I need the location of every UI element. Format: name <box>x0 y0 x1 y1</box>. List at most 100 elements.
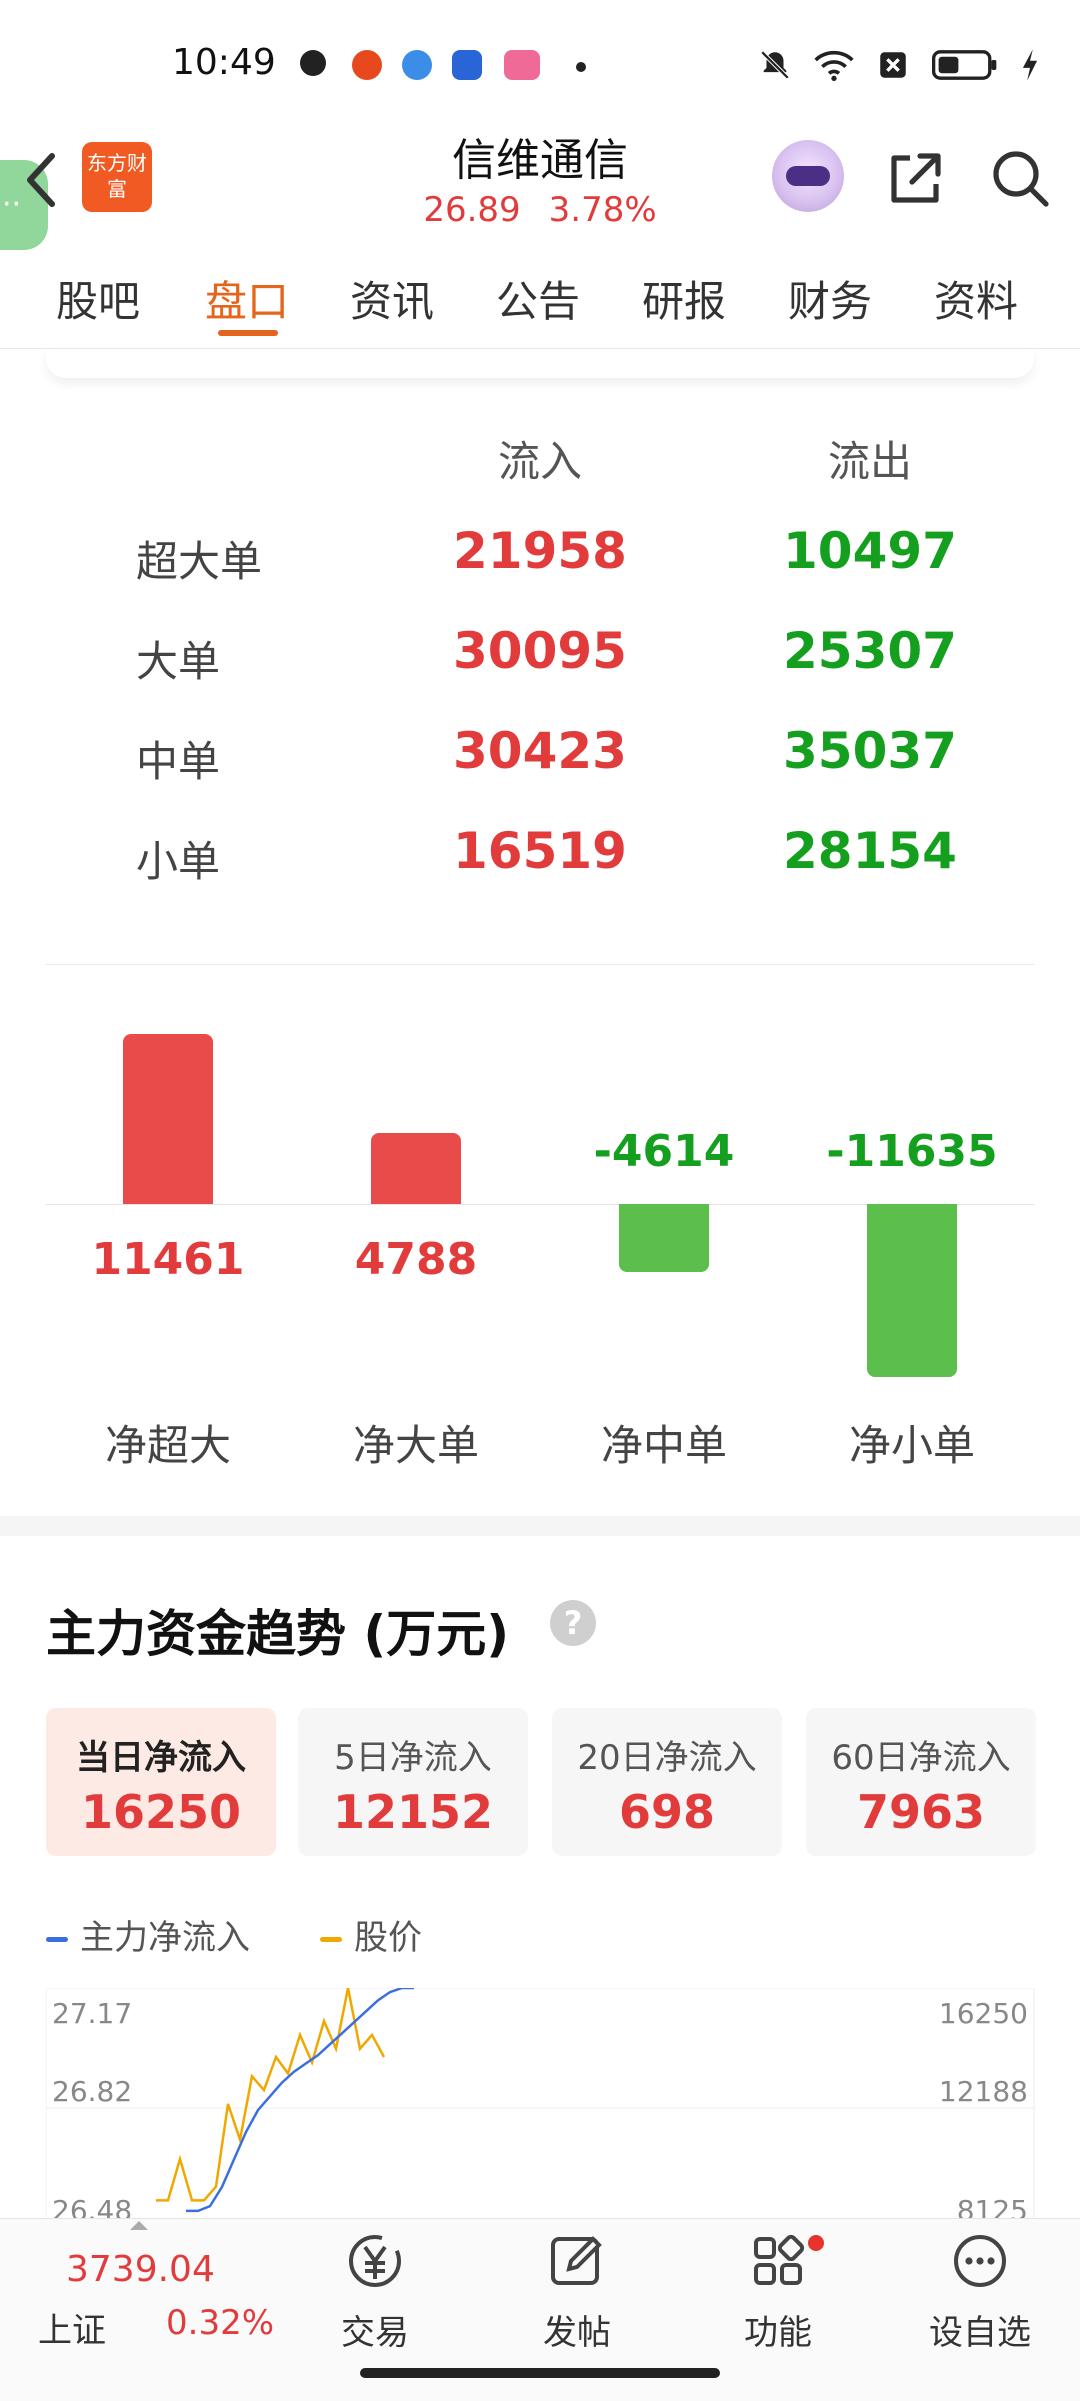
ai-assistant-avatar[interactable] <box>772 140 844 212</box>
wifi-icon <box>814 50 854 81</box>
large-outflow: 25307 <box>783 622 957 680</box>
tab-profile[interactable]: 资料 <box>934 268 1018 329</box>
bar-net-medium <box>619 1204 709 1273</box>
category-net-large: 净大单 <box>352 1421 479 1470</box>
left-axis-tick: 26.82 <box>52 2075 132 2108</box>
search-icon <box>993 151 1049 207</box>
category-net-medium: 净中单 <box>600 1421 727 1470</box>
period-label: 5日净流入 <box>334 1738 492 1778</box>
bar-value-net-medium: -4614 <box>593 1126 735 1177</box>
period-60day[interactable]: 60日净流入 7963 <box>806 1708 1036 1856</box>
index-value: 3739.04 <box>66 2249 215 2290</box>
fund-trend-chart: 27.17 26.82 26.48 16250 12188 8125 <box>46 1988 1035 2228</box>
column-header-outflow: 流出 <box>827 437 912 486</box>
stock-change-pct: 3.78% <box>548 190 657 230</box>
charging-bolt-icon <box>1022 49 1038 81</box>
medium-inflow: 30423 <box>453 722 627 780</box>
nav-post[interactable]: 发帖 <box>487 2229 667 2354</box>
period-value: 12152 <box>332 1785 494 1839</box>
trade-yen-icon <box>349 2235 401 2287</box>
home-indicator[interactable] <box>360 2368 720 2378</box>
section-divider <box>46 964 1034 965</box>
category-net-super-large: 净超大 <box>104 1421 231 1470</box>
nav-label: 功能 <box>744 2313 812 2353</box>
tab-news[interactable]: 资讯 <box>350 268 434 329</box>
bar-net-super-large <box>123 1033 213 1204</box>
super-large-inflow: 21958 <box>453 522 627 580</box>
bar-value-net-super-large: 11461 <box>91 1234 245 1285</box>
previous-card-edge <box>46 348 1034 378</box>
help-icon[interactable]: ? <box>550 1600 596 1646</box>
nav-label: 交易 <box>341 2313 409 2353</box>
period-20day[interactable]: 20日净流入 698 <box>552 1708 782 1856</box>
legend-label: 股价 <box>354 1918 422 1958</box>
small-outflow: 28154 <box>783 822 957 880</box>
app-notification-icon <box>352 50 382 80</box>
legend-price: 股价 <box>320 1910 422 1959</box>
legend-label: 主力净流入 <box>80 1918 250 1958</box>
baidu-icon <box>452 50 482 80</box>
medium-outflow: 35037 <box>783 722 957 780</box>
more-notifications-dot-icon <box>576 62 586 72</box>
system-status-icons <box>758 48 1040 82</box>
index-name: 上证 <box>38 2311 106 2351</box>
row-label-large: 大单 <box>136 637 221 686</box>
bilibili-icon <box>504 50 540 80</box>
period-5day[interactable]: 5日净流入 12152 <box>298 1708 528 1856</box>
right-axis-tick: 16250 <box>939 1997 1028 2030</box>
tab-pankou[interactable]: 盘口 <box>205 268 289 329</box>
category-net-small: 净小单 <box>848 1421 975 1470</box>
period-label: 20日净流入 <box>577 1738 757 1778</box>
period-today[interactable]: 当日净流入 16250 <box>46 1708 276 1856</box>
index-ticker[interactable]: 3739.04 上证 0.32% <box>10 2219 280 2369</box>
column-header-inflow: 流入 <box>497 437 582 486</box>
no-sim-icon <box>880 52 906 78</box>
status-time: 10:49 <box>172 42 276 83</box>
nav-functions[interactable]: 功能 <box>688 2229 868 2354</box>
section-separator <box>0 1516 1080 1536</box>
super-large-outflow: 10497 <box>783 522 957 580</box>
share-button[interactable] <box>884 146 948 210</box>
nav-label: 设自选 <box>929 2313 1031 2353</box>
period-label: 60日净流入 <box>831 1738 1011 1778</box>
nav-trade[interactable]: 交易 <box>285 2229 465 2354</box>
active-tab-indicator <box>218 330 278 336</box>
legend-swatch-orange-icon <box>320 1937 342 1942</box>
app-notification-icon <box>402 50 432 80</box>
bar-value-net-small: -11635 <box>826 1126 998 1177</box>
mute-bell-icon <box>760 50 790 80</box>
tab-announcements[interactable]: 公告 <box>496 268 580 329</box>
main-fund-trend-title: 主力资金趋势 (万元) <box>46 1605 510 1663</box>
tab-bar: 股吧 盘口 资讯 公告 研报 财务 资料 <box>0 244 1080 349</box>
right-axis-tick: 12188 <box>939 2075 1028 2108</box>
legend-main-inflow: 主力净流入 <box>46 1910 250 1959</box>
period-value: 7963 <box>856 1785 986 1839</box>
large-inflow: 30095 <box>453 622 627 680</box>
period-label: 当日净流入 <box>76 1738 246 1778</box>
bar-net-large <box>371 1132 461 1204</box>
tab-research[interactable]: 研报 <box>642 268 726 329</box>
bar-net-small <box>867 1204 957 1377</box>
battery-icon <box>932 50 997 80</box>
bar-value-net-large: 4788 <box>354 1234 478 1285</box>
period-value: 698 <box>618 1785 716 1839</box>
tab-finance[interactable]: 财务 <box>788 268 872 329</box>
small-inflow: 16519 <box>453 822 627 880</box>
grid-apps-icon <box>754 2234 805 2285</box>
nav-label: 发帖 <box>543 2313 611 2353</box>
nav-add-watchlist[interactable]: 设自选 <box>890 2229 1070 2354</box>
app-notification-icon <box>300 50 326 76</box>
search-button[interactable] <box>988 146 1052 210</box>
tab-guba[interactable]: 股吧 <box>56 268 140 329</box>
row-label-small: 小单 <box>136 837 221 886</box>
left-axis-tick: 27.17 <box>52 1997 132 2030</box>
row-label-super-large: 超大单 <box>136 537 263 586</box>
period-value: 16250 <box>80 1785 242 1839</box>
notification-dot <box>808 2235 824 2251</box>
legend-swatch-blue-icon <box>46 1937 68 1942</box>
share-icon <box>891 153 941 203</box>
row-label-medium: 中单 <box>136 737 221 786</box>
robot-visor-icon <box>786 166 830 186</box>
stock-price: 26.89 <box>423 190 521 230</box>
index-change: 0.32% <box>166 2303 275 2343</box>
